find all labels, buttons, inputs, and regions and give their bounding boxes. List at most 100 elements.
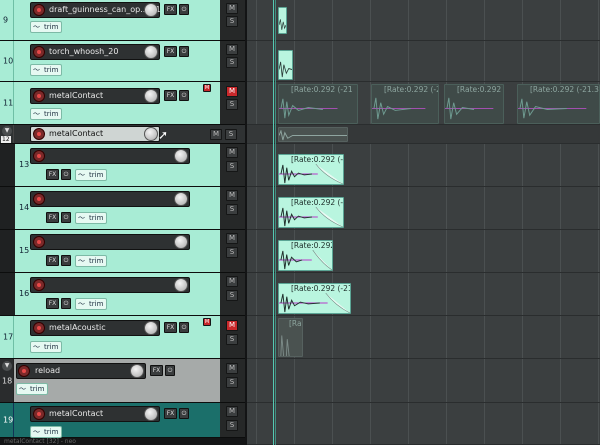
solo-button[interactable]: S (225, 129, 237, 140)
volume-knob[interactable] (144, 89, 158, 103)
track-13[interactable]: 13 FX ⏻ trim M S (0, 144, 245, 187)
volume-knob[interactable] (174, 278, 188, 292)
fx-bypass-icon[interactable]: ⏻ (179, 4, 189, 15)
mute-button[interactable]: M (226, 406, 238, 417)
volume-knob[interactable] (130, 364, 144, 378)
media-item[interactable]: [Rate:0.292 (-21 (278, 84, 358, 124)
trim-button[interactable]: trim (75, 212, 108, 224)
media-item[interactable] (278, 50, 293, 80)
track-body[interactable]: 16 FX ⏻ trim (15, 273, 220, 315)
track-body[interactable]: 15 FX ⏻ trim (15, 230, 220, 272)
media-item[interactable]: [Rate:0.292 (-21 (278, 154, 344, 185)
record-arm-button[interactable] (33, 46, 45, 58)
fx-button[interactable]: FX (164, 322, 177, 333)
track-18-folder[interactable]: ▼ 18 reload FX ⏻ trim M S (0, 359, 245, 403)
media-item[interactable]: [Rate:0.292 (-21 (371, 84, 439, 124)
track-body[interactable]: 13 FX ⏻ trim (15, 144, 220, 186)
solo-button[interactable]: S (226, 16, 238, 27)
fx-bypass-icon[interactable]: ⏻ (61, 212, 71, 223)
mute-button[interactable]: M (226, 190, 238, 201)
volume-knob[interactable] (174, 235, 188, 249)
fx-bypass-icon[interactable]: ⏻ (165, 365, 175, 376)
track-15[interactable]: 15 FX ⏻ trim M S (0, 230, 245, 273)
trim-button[interactable]: trim (30, 426, 63, 438)
media-item[interactable] (278, 7, 287, 34)
mute-button[interactable]: M (226, 233, 238, 244)
mute-button[interactable]: M (226, 44, 238, 55)
mute-button[interactable]: M (226, 86, 238, 97)
track-name-field[interactable] (30, 148, 190, 164)
trim-button[interactable]: trim (75, 169, 108, 181)
track-name-field[interactable]: reload (16, 363, 146, 379)
track-name-field[interactable]: metalContact (30, 406, 160, 422)
track-14[interactable]: 14 FX ⏻ trim M S (0, 187, 245, 230)
track-name-field[interactable]: metalContact (30, 88, 160, 104)
fx-bypass-icon[interactable]: ⏻ (179, 46, 189, 57)
solo-button[interactable]: S (226, 377, 238, 388)
track-body[interactable]: metalContact FX ⏻ trim (14, 82, 220, 124)
record-arm-button[interactable] (33, 193, 45, 205)
record-arm-button[interactable] (33, 90, 45, 102)
record-arm-button[interactable] (33, 408, 45, 420)
track-9[interactable]: 9 draft_guinness_can_op..001 FX ⏻ trim M… (0, 0, 245, 41)
track-body[interactable]: metalAcoustic FX ⏻ trim (14, 316, 220, 358)
fx-bypass-icon[interactable]: ⏻ (61, 298, 71, 309)
solo-button[interactable]: S (226, 247, 238, 258)
track-body[interactable]: metalContact FX ⏻ trim (14, 403, 220, 438)
track-17[interactable]: 17 metalAcoustic FX ⏻ trim M M S (0, 316, 245, 359)
media-item[interactable]: [Rate:0.292 (-21.3 (517, 84, 600, 124)
track-16[interactable]: 16 FX ⏻ trim M S (0, 273, 245, 316)
record-arm-button[interactable] (33, 322, 45, 334)
track-body[interactable]: draft_guinness_can_op..001 FX ⏻ trim (14, 0, 220, 40)
trim-button[interactable]: trim (30, 21, 63, 33)
fx-button[interactable]: FX (164, 46, 177, 57)
fx-button[interactable]: FX (164, 408, 177, 419)
track-name-field[interactable]: torch_whoosh_20 (30, 44, 160, 60)
track-name-field[interactable]: metalContact (30, 126, 160, 142)
solo-button[interactable]: S (226, 99, 238, 110)
mute-button[interactable]: M (210, 129, 222, 140)
fx-bypass-icon[interactable]: ⏻ (61, 255, 71, 266)
record-arm-button[interactable] (33, 279, 45, 291)
solo-button[interactable]: S (226, 57, 238, 68)
fx-button[interactable]: FX (150, 365, 163, 376)
record-arm-button[interactable] (33, 150, 45, 162)
track-name-field[interactable]: metalAcoustic (30, 320, 160, 336)
fx-bypass-icon[interactable]: ⏻ (61, 169, 71, 180)
volume-knob[interactable] (144, 407, 158, 421)
solo-button[interactable]: S (226, 204, 238, 215)
mute-button[interactable]: M (226, 320, 238, 331)
track-19[interactable]: 19 metalContact FX ⏻ trim M S (0, 403, 245, 438)
solo-button[interactable]: S (226, 290, 238, 301)
mute-button[interactable]: M (226, 363, 238, 374)
track-body[interactable]: reload FX ⏻ trim (14, 359, 220, 402)
trim-button[interactable]: trim (16, 383, 49, 395)
solo-button[interactable]: S (226, 334, 238, 345)
fx-bypass-icon[interactable]: ⏻ (179, 90, 189, 101)
fx-button[interactable]: FX (46, 298, 59, 309)
volume-knob[interactable] (144, 45, 158, 59)
trim-button[interactable]: trim (30, 64, 63, 76)
fx-bypass-icon[interactable]: ⏻ (179, 408, 189, 419)
track-name-field[interactable] (30, 234, 190, 250)
media-item[interactable]: [Rate:0.292 (-21.3 (278, 283, 351, 314)
folder-collapse-icon[interactable]: ▼ (2, 361, 12, 371)
media-item[interactable]: [Rate:0.292 (444, 84, 504, 124)
volume-knob[interactable] (144, 127, 158, 141)
volume-knob[interactable] (174, 149, 188, 163)
track-body[interactable]: metalContact ➚ (14, 125, 220, 143)
track-12-folder[interactable]: ▼ 12 metalContact ➚ M S (0, 125, 245, 144)
folder-collapse-icon[interactable]: ▼ (2, 126, 12, 136)
trim-button[interactable]: trim (30, 108, 63, 120)
track-name-field[interactable] (30, 277, 190, 293)
track-name-field[interactable]: draft_guinness_can_op..001 (30, 2, 161, 18)
folder-item[interactable] (278, 127, 348, 142)
fx-button[interactable]: FX (164, 90, 177, 101)
record-arm-button[interactable] (33, 128, 45, 140)
track-10[interactable]: 10 torch_whoosh_20 FX ⏻ trim M S (0, 41, 245, 82)
track-name-field[interactable] (30, 191, 190, 207)
trim-button[interactable]: trim (75, 298, 108, 310)
fx-bypass-icon[interactable]: ⏻ (179, 322, 189, 333)
track-11[interactable]: 11 metalContact FX ⏻ trim M M S (0, 82, 245, 125)
mute-button[interactable]: M (226, 276, 238, 287)
